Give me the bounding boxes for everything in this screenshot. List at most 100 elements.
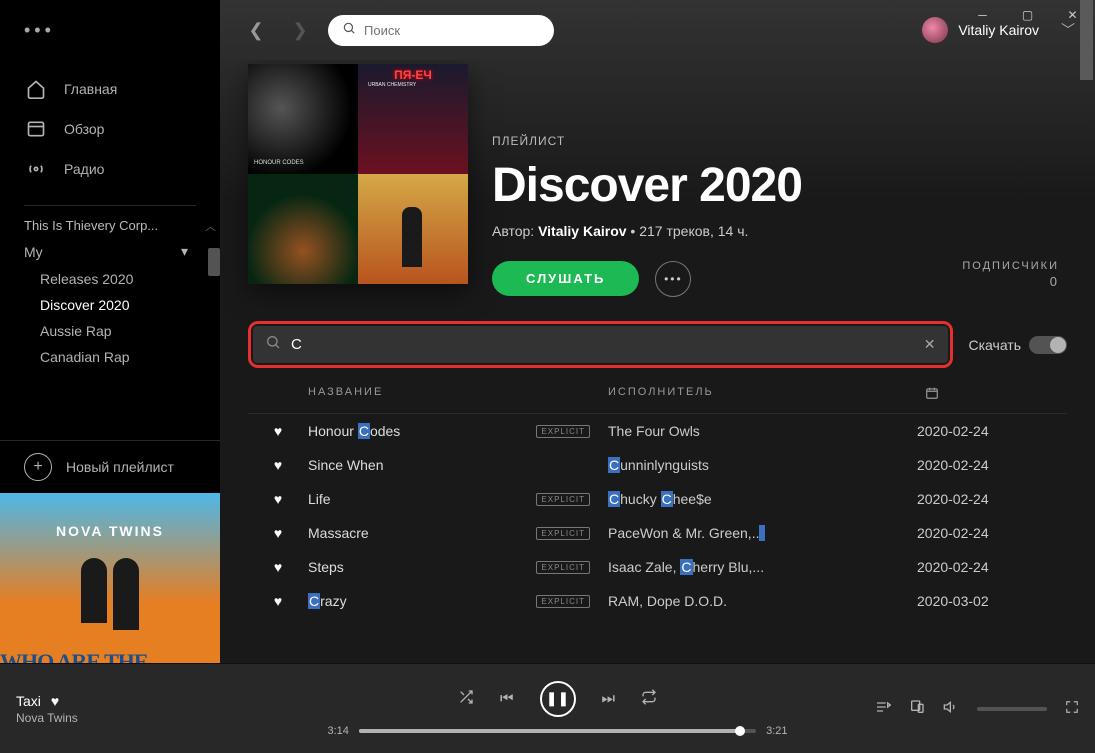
track-row[interactable]: ♥LifeEXPLICITChucky Chee$e2020-02-24: [248, 482, 1067, 516]
play-button[interactable]: СЛУШАТЬ: [492, 261, 639, 296]
track-title: Since When: [308, 457, 608, 473]
player-bar: Taxi ♥ Nova Twins ⏮ ❚❚ ⏭ 3:14 3:21: [0, 663, 1095, 753]
track-date: 2020-03-02: [917, 593, 1067, 609]
nav-forward-button[interactable]: ❯: [284, 14, 316, 46]
track-title: Honour CodesEXPLICIT: [308, 423, 608, 439]
like-button[interactable]: ♥: [248, 559, 308, 575]
avatar: [922, 17, 948, 43]
track-title: LifeEXPLICIT: [308, 491, 608, 507]
queue-button[interactable]: [875, 699, 891, 719]
nav-back-button[interactable]: ❮: [240, 14, 272, 46]
track-date: 2020-02-24: [917, 423, 1067, 439]
track-artist[interactable]: PaceWon & Mr. Green,..: [608, 525, 917, 541]
close-button[interactable]: ✕: [1050, 0, 1095, 30]
like-button[interactable]: ♥: [248, 491, 308, 507]
playlist-type: ПЛЕЙЛИСТ: [492, 134, 802, 148]
track-row[interactable]: ♥Honour CodesEXPLICITThe Four Owls2020-0…: [248, 414, 1067, 448]
play-pause-button[interactable]: ❚❚: [540, 681, 576, 717]
search-icon: [265, 334, 281, 355]
explicit-badge: EXPLICIT: [536, 595, 590, 608]
more-button[interactable]: •••: [655, 261, 691, 297]
search-input[interactable]: [364, 23, 540, 38]
cover-artist: NOVA TWINS: [56, 523, 164, 539]
like-button[interactable]: ♥: [248, 593, 308, 609]
folder-label: My: [24, 244, 43, 260]
like-button[interactable]: ♥: [248, 525, 308, 541]
fullscreen-button[interactable]: [1065, 700, 1079, 718]
track-artist[interactable]: Cunninlynguists: [608, 457, 917, 473]
explicit-badge: EXPLICIT: [536, 561, 590, 574]
repeat-button[interactable]: [641, 689, 657, 709]
app-menu-button[interactable]: •••: [0, 0, 220, 61]
sidebar-playlist-item[interactable]: Discover 2020: [0, 292, 212, 318]
track-artist[interactable]: The Four Owls: [608, 423, 917, 439]
new-playlist-label: Новый плейлист: [66, 459, 174, 475]
next-button[interactable]: ⏭: [602, 690, 616, 707]
nav-radio-label: Радио: [64, 161, 104, 177]
track-title: MassacreEXPLICIT: [308, 525, 608, 541]
player-like-button[interactable]: ♥: [51, 693, 59, 709]
track-date: 2020-02-24: [917, 491, 1067, 507]
sidebar-playlist-item[interactable]: Canadian Rap: [0, 344, 212, 370]
clear-filter-button[interactable]: ✕: [924, 336, 936, 353]
explicit-badge: EXPLICIT: [536, 425, 590, 438]
download-toggle[interactable]: [1029, 336, 1067, 354]
filter-input[interactable]: [291, 336, 924, 353]
playlist-artwork: ПЯ-ЕЧ: [248, 64, 468, 284]
sidebar-playlist-item[interactable]: Releases 2020: [0, 266, 212, 292]
playlist-meta: Автор: Vitaliy Kairov • 217 треков, 14 ч…: [492, 223, 802, 239]
duration-time: 3:21: [766, 725, 787, 737]
search-box[interactable]: [328, 15, 554, 46]
volume-icon[interactable]: [943, 699, 959, 719]
nav-home-label: Главная: [64, 81, 117, 97]
sidebar-item-truncated[interactable]: This Is Thievery Corp...: [0, 214, 212, 237]
player-track-title[interactable]: Taxi: [16, 693, 41, 709]
search-icon: [342, 21, 356, 40]
like-button[interactable]: ♥: [248, 457, 308, 473]
progress-bar[interactable]: [359, 729, 756, 733]
devices-button[interactable]: [909, 699, 925, 719]
track-row[interactable]: ♥MassacreEXPLICITPaceWon & Mr. Green,.. …: [248, 516, 1067, 550]
minimize-button[interactable]: ─: [960, 0, 1005, 30]
track-artist[interactable]: RAM, Dope D.O.D.: [608, 593, 917, 609]
subscribers-count: ПОДПИСЧИКИ 0: [962, 260, 1059, 289]
prev-button[interactable]: ⏮: [500, 690, 514, 707]
player-artist[interactable]: Nova Twins: [16, 711, 256, 725]
radio-icon: [24, 157, 48, 181]
download-label: Скачать: [969, 337, 1022, 353]
track-row[interactable]: ♥CrazyEXPLICITRAM, Dope D.O.D.2020-03-02: [248, 584, 1067, 618]
playlist-title: Discover 2020: [492, 158, 802, 213]
shuffle-button[interactable]: [458, 689, 474, 709]
explicit-badge: EXPLICIT: [536, 527, 590, 540]
nav-browse[interactable]: Обзор: [0, 109, 220, 149]
browse-icon: [24, 117, 48, 141]
new-playlist-button[interactable]: + Новый плейлист: [0, 440, 220, 493]
track-row[interactable]: ♥StepsEXPLICITIsaac Zale, Cherry Blu,...…: [248, 550, 1067, 584]
window-titlebar: ─ ▢ ✕: [960, 0, 1095, 30]
sidebar-folder-my[interactable]: My ▾: [0, 237, 212, 266]
explicit-badge: EXPLICIT: [536, 493, 590, 506]
track-artist[interactable]: Isaac Zale, Cherry Blu,...: [608, 559, 917, 575]
nav-home[interactable]: Главная: [0, 69, 220, 109]
filter-highlight: ✕: [248, 321, 953, 368]
sidebar-playlist-item[interactable]: Aussie Rap: [0, 318, 212, 344]
main-content: ❮ ❯ Vitaliy Kairov ﹀ ПЯ-ЕЧ ПЛЕЙЛИСТ Di: [220, 0, 1095, 663]
col-title[interactable]: НАЗВАНИЕ: [308, 386, 608, 403]
volume-slider[interactable]: [977, 707, 1047, 711]
home-icon: [24, 77, 48, 101]
chevron-down-icon: ▾: [181, 243, 188, 260]
scroll-up-icon[interactable]: ︿: [205, 218, 216, 234]
maximize-button[interactable]: ▢: [1005, 0, 1050, 30]
track-date: 2020-02-24: [917, 457, 1067, 473]
nav-radio[interactable]: Радио: [0, 149, 220, 189]
sidebar-scrollbar[interactable]: [208, 248, 220, 276]
elapsed-time: 3:14: [328, 725, 349, 737]
track-row[interactable]: ♥Since WhenCunninlynguists2020-02-24: [248, 448, 1067, 482]
like-button[interactable]: ♥: [248, 423, 308, 439]
nav-browse-label: Обзор: [64, 121, 104, 137]
sidebar: ••• Главная Обзор Радио ︿ This Is Thieve…: [0, 0, 220, 713]
playlist-author[interactable]: Vitaliy Kairov: [538, 223, 626, 239]
calendar-icon[interactable]: [917, 386, 947, 403]
col-artist[interactable]: ИСПОЛНИТЕЛЬ: [608, 386, 917, 403]
track-artist[interactable]: Chucky Chee$e: [608, 491, 917, 507]
